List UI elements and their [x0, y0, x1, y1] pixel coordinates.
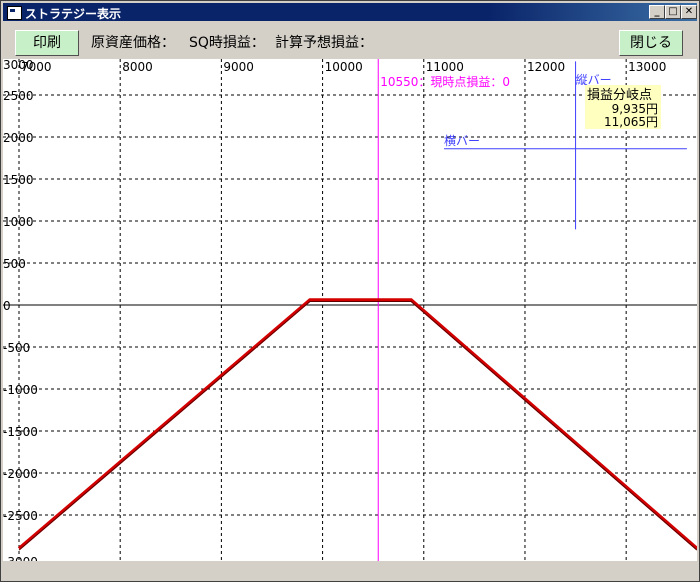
y-tick-label: -500 [3, 341, 30, 355]
y-tick-label: -1500 [3, 425, 38, 439]
expected-pnl-label: 計算予想損益： [275, 35, 373, 51]
breakeven-value: 9,935円 [612, 102, 658, 116]
tick-labels: 7000 8000 9000 10000 11000 12000 1300025002000… [3, 59, 666, 561]
y-tick-label: 0 [3, 299, 11, 313]
close-button[interactable]: 閉じる [619, 30, 683, 56]
vertical-bar-label: 縦バー [576, 73, 612, 87]
sq-pnl-label: SQ時損益： [189, 35, 265, 51]
y-tick-label: -2500 [3, 509, 38, 523]
x-tick-label: 13000 [628, 60, 666, 74]
toolbar: 印刷 原資産価格： SQ時損益： 計算予想損益： 閉じる [3, 22, 697, 59]
close-window-button[interactable]: ✕ [681, 5, 697, 19]
print-button[interactable]: 印刷 [15, 30, 79, 56]
pnl-line-shadow [18, 300, 697, 551]
y-tick-label-top: 3000 [3, 59, 34, 72]
minimize-button[interactable]: _ [649, 5, 665, 19]
y-tick-label: -2000 [3, 467, 38, 481]
x-tick-label: 9000 [223, 60, 254, 74]
pnl-line [17, 298, 697, 550]
status-bar [3, 561, 697, 579]
y-tick-label: 1500 [3, 173, 34, 187]
title-bar[interactable]: ストラテジー表示 _ □ ✕ [3, 3, 697, 21]
strategy-window: ストラテジー表示 _ □ ✕ 印刷 原資産価格： SQ時損益： 計算予想損益： … [0, 0, 700, 582]
y-tick-label: 2000 [3, 131, 34, 145]
y-tick-label: 500 [3, 257, 26, 271]
x-tick-label: 8000 [122, 60, 153, 74]
y-tick-label: -1000 [3, 383, 38, 397]
grid [3, 59, 697, 561]
pnl-chart: 7000 8000 9000 10000 11000 12000 13000 2500 2000… [3, 59, 697, 561]
breakeven-title: 損益分岐点 [587, 88, 652, 103]
x-tick-label: 10000 [325, 60, 363, 74]
app-icon [7, 6, 22, 20]
current-price-label: 10550：現時点損益：0 [380, 74, 510, 89]
horizontal-bar-label: 横バー [444, 134, 480, 148]
y-tick-label: 2500 [3, 89, 34, 103]
x-tick-label: 11000 [426, 60, 464, 74]
x-tick-label: 12000 [527, 60, 565, 74]
underlying-price-label: 原資産価格： [91, 35, 175, 51]
window-title: ストラテジー表示 [25, 7, 122, 21]
maximize-button[interactable]: □ [665, 5, 681, 19]
y-tick-label: 1000 [3, 215, 34, 229]
breakeven-value: 11,065円 [604, 115, 658, 129]
pnl-chart-svg: 7000 8000 9000 10000 11000 12000 1300025002000… [3, 59, 697, 561]
